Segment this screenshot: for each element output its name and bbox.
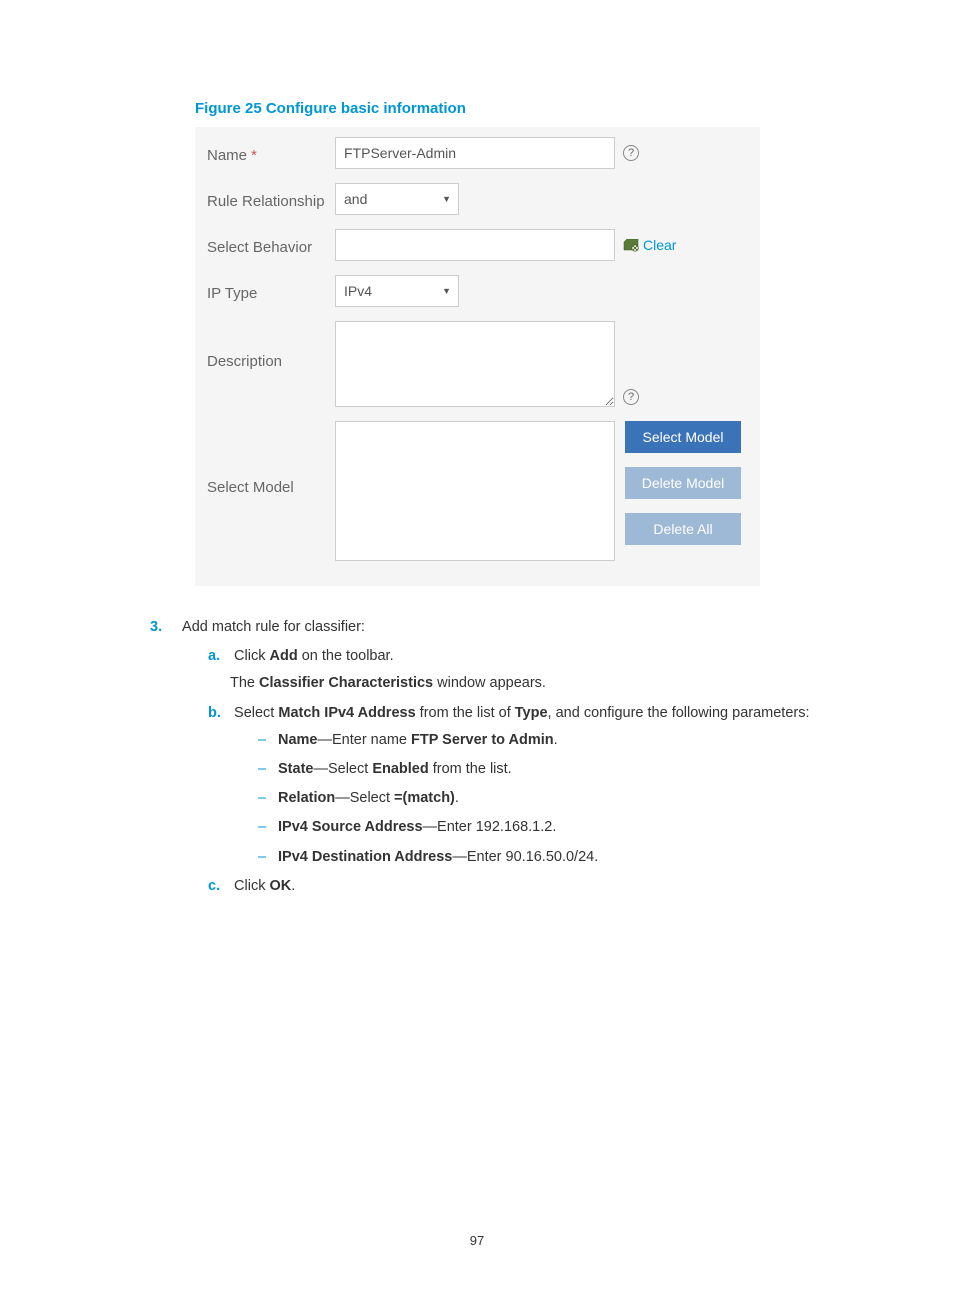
figure-title: Figure 25 Configure basic information bbox=[195, 100, 854, 117]
delete-all-button[interactable]: Delete All bbox=[625, 513, 741, 545]
dash-item-name: –Name—Enter name FTP Server to Admin. bbox=[258, 729, 854, 752]
page-number: 97 bbox=[0, 1233, 954, 1248]
substep-c-letter: c. bbox=[208, 875, 230, 898]
substep-c-body: Click OK. bbox=[234, 878, 295, 894]
dash: – bbox=[258, 816, 278, 839]
rule-relationship-label: Rule Relationship bbox=[207, 189, 335, 210]
delete-model-button[interactable]: Delete Model bbox=[625, 467, 741, 499]
select-model-listbox[interactable] bbox=[335, 421, 615, 561]
step-number-3: 3. bbox=[150, 616, 178, 639]
description-textarea[interactable] bbox=[335, 321, 615, 407]
instructions: 3. Add match rule for classifier: a. Cli… bbox=[150, 616, 854, 898]
substep-b-body: Select Match IPv4 Address from the list … bbox=[234, 705, 809, 721]
bold-type: Type bbox=[515, 705, 548, 721]
text: . bbox=[291, 878, 295, 894]
substep-a-body: Click Add on the toolbar. bbox=[234, 648, 394, 664]
bold-classifier: Classifier Characteristics bbox=[259, 675, 433, 691]
text: . bbox=[455, 790, 459, 806]
text: Select bbox=[234, 705, 278, 721]
dash: – bbox=[258, 846, 278, 869]
bold: IPv4 Source Address bbox=[278, 819, 423, 835]
text: —Select bbox=[335, 790, 394, 806]
bold: IPv4 Destination Address bbox=[278, 849, 452, 865]
text: —Enter 192.168.1.2. bbox=[423, 819, 557, 835]
required-asterisk: * bbox=[251, 147, 257, 164]
ip-type-label: IP Type bbox=[207, 281, 335, 302]
clear-icon bbox=[623, 239, 639, 252]
dash-item-state: –State—Select Enabled from the list. bbox=[258, 758, 854, 781]
text: window appears. bbox=[433, 675, 546, 691]
text: from the list of bbox=[416, 705, 515, 721]
name-label-text: Name bbox=[207, 147, 247, 164]
bold-match-ipv4: Match IPv4 Address bbox=[278, 705, 415, 721]
text: —Enter name bbox=[318, 732, 412, 748]
text: , and configure the following parameters… bbox=[548, 705, 810, 721]
bold: Enabled bbox=[372, 761, 428, 777]
substep-a-letter: a. bbox=[208, 645, 230, 668]
bold: FTP Server to Admin bbox=[411, 732, 554, 748]
select-behavior-label: Select Behavior bbox=[207, 235, 335, 256]
text: on the toolbar. bbox=[298, 648, 394, 664]
clear-link[interactable]: Clear bbox=[623, 237, 676, 253]
select-model-button[interactable]: Select Model bbox=[625, 421, 741, 453]
name-label: Name* bbox=[207, 143, 335, 164]
bold: =(match) bbox=[394, 790, 455, 806]
bold-add: Add bbox=[269, 648, 297, 664]
dash: – bbox=[258, 758, 278, 781]
help-icon[interactable]: ? bbox=[623, 145, 639, 161]
clear-label: Clear bbox=[643, 237, 676, 253]
description-label: Description bbox=[207, 321, 335, 370]
dash-item-source: –IPv4 Source Address—Enter 192.168.1.2. bbox=[258, 816, 854, 839]
name-input[interactable] bbox=[335, 137, 615, 169]
dash: – bbox=[258, 729, 278, 752]
bold-ok: OK bbox=[269, 878, 291, 894]
text: —Enter 90.16.50.0/24. bbox=[452, 849, 598, 865]
bold: State bbox=[278, 761, 313, 777]
dash-item-dest: –IPv4 Destination Address—Enter 90.16.50… bbox=[258, 846, 854, 869]
text: Click bbox=[234, 648, 269, 664]
substep-a-line2: The Classifier Characteristics window ap… bbox=[230, 672, 854, 695]
bold: Name bbox=[278, 732, 318, 748]
dash: – bbox=[258, 787, 278, 810]
rule-relationship-select[interactable] bbox=[335, 183, 459, 215]
text: . bbox=[554, 732, 558, 748]
select-model-label: Select Model bbox=[207, 421, 335, 496]
dash-item-relation: –Relation—Select =(match). bbox=[258, 787, 854, 810]
text: Click bbox=[234, 878, 269, 894]
text: —Select bbox=[313, 761, 372, 777]
form-panel: Name* ? Rule Relationship Select Behavio… bbox=[195, 127, 760, 586]
select-behavior-input[interactable] bbox=[335, 229, 615, 261]
ip-type-select[interactable] bbox=[335, 275, 459, 307]
substep-b-letter: b. bbox=[208, 702, 230, 725]
text: from the list. bbox=[429, 761, 512, 777]
help-icon[interactable]: ? bbox=[623, 389, 639, 405]
step-3-text: Add match rule for classifier: bbox=[182, 616, 365, 639]
bold: Relation bbox=[278, 790, 335, 806]
text: The bbox=[230, 675, 259, 691]
